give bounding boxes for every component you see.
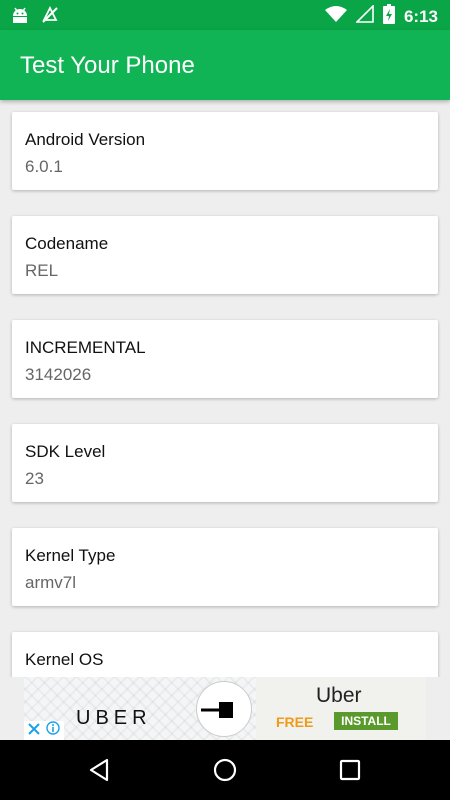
card-codename: Codename REL <box>12 216 438 294</box>
card-title: Codename <box>25 234 109 253</box>
ad-badges <box>24 721 64 740</box>
card-title: INCREMENTAL <box>25 338 146 357</box>
card-value: 23 <box>25 469 44 488</box>
wifi-icon <box>324 5 347 28</box>
status-bar: 6:13 <box>0 0 450 30</box>
card-value: 3142026 <box>25 365 92 384</box>
recents-icon[interactable] <box>335 755 365 785</box>
app-title: Test Your Phone <box>20 52 195 79</box>
card-value: REL <box>25 261 59 280</box>
ad-cta[interactable]: Uber FREE INSTALL <box>256 677 426 740</box>
card-title: Kernel OS <box>25 650 104 669</box>
card-value: armv7l <box>25 573 77 592</box>
card-android-version: Android Version 6.0.1 <box>12 112 438 190</box>
home-icon[interactable] <box>210 755 240 785</box>
signal-icon <box>355 4 374 28</box>
uber-logo-icon <box>196 681 252 737</box>
adchoices-icon[interactable] <box>46 721 60 740</box>
card-title: Android Version <box>25 130 146 149</box>
back-icon[interactable] <box>85 755 115 785</box>
mute-icon <box>40 5 60 30</box>
battery-charging-icon <box>382 4 395 29</box>
android-icon <box>10 5 30 30</box>
status-time: 6:13 <box>403 6 438 26</box>
device-info-list[interactable]: Android Version 6.0.1 Codename REL INCRE… <box>0 100 450 677</box>
ad-price: FREE <box>276 714 314 730</box>
card-incremental: INCREMENTAL 3142026 <box>12 320 438 398</box>
card-title: Kernel Type <box>25 546 116 565</box>
app-bar: Test Your Phone <box>0 30 450 100</box>
card-kernel-os: Kernel OS <box>12 632 438 677</box>
ad-install-button[interactable]: INSTALL <box>334 712 398 730</box>
ad-close-icon[interactable] <box>28 722 40 740</box>
card-kernel-type: Kernel Type armv7l <box>12 528 438 606</box>
ad-brand-word: UBER <box>76 707 152 729</box>
card-value: 6.0.1 <box>25 157 63 176</box>
card-title: SDK Level <box>25 442 106 461</box>
ad-banner[interactable]: UBER Uber FREE INSTALL <box>24 677 426 740</box>
ad-app-name: Uber <box>316 684 362 707</box>
system-nav-bar <box>0 740 450 800</box>
card-sdk-level: SDK Level 23 <box>12 424 438 502</box>
